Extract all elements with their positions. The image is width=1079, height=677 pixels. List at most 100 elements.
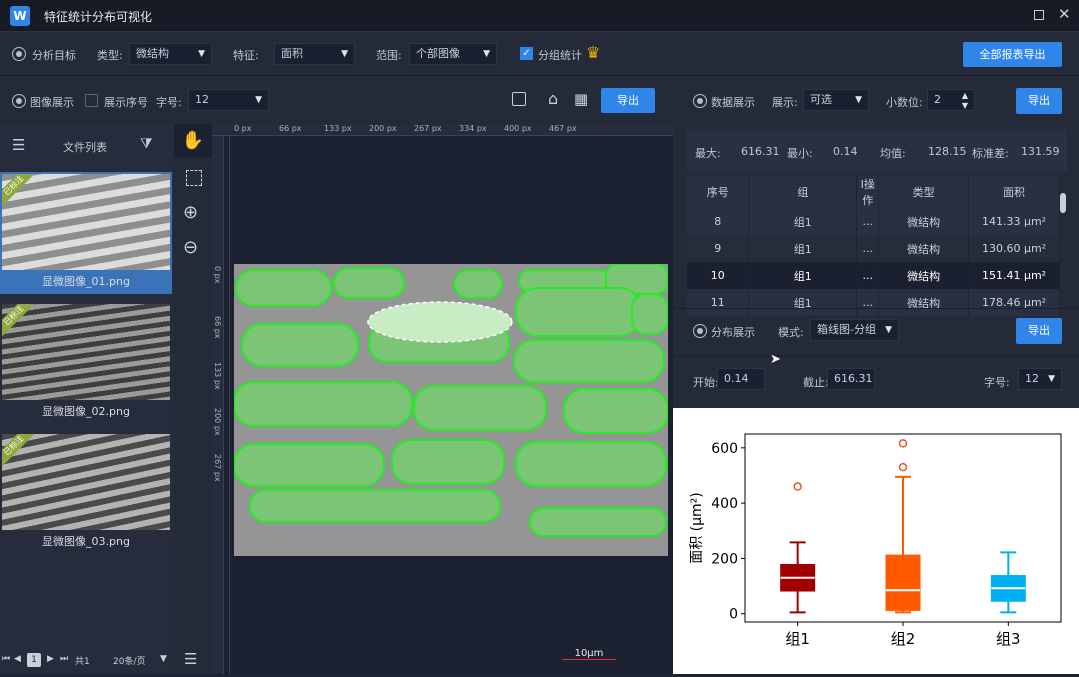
file-item[interactable]: 已标注 显微图像_03.png (0, 432, 172, 554)
show-label: 展示: (772, 96, 798, 109)
range-select[interactable]: 个部图像 ▼ (409, 43, 497, 65)
maximize-icon[interactable] (1034, 10, 1044, 20)
first-page-icon[interactable]: ⏮ (2, 654, 10, 664)
canvas-tools: ✋ ⊕ ⊖ ☰ (174, 124, 212, 674)
row-action-button[interactable]: ... (856, 208, 880, 235)
ruler-tick: 267 px (414, 124, 442, 133)
target-radio[interactable] (12, 47, 26, 61)
table-row[interactable]: 8 组1 ... 微结构 141.33 μm² (687, 208, 1060, 235)
home-icon[interactable]: ⌂ (548, 89, 558, 108)
decimal-stepper[interactable]: 2 ▲ ▼ (927, 89, 975, 111)
last-page-icon[interactable]: ⏭ (60, 654, 68, 664)
file-thumbnail: 已标注 (2, 434, 170, 530)
zoom-in-icon[interactable]: ⊕ (183, 202, 198, 223)
font-size-select[interactable]: 12 ▼ (188, 89, 269, 111)
app-logo: W (10, 6, 30, 26)
filter-icon[interactable]: ⧩ (140, 136, 153, 152)
row-action-button[interactable]: ... (856, 289, 880, 316)
stat-value: 128.15 (928, 145, 967, 158)
mode-label: 模式: (778, 326, 804, 339)
data-display-radio[interactable] (693, 94, 707, 108)
file-item[interactable]: 已标注 显微图像_01.png (0, 172, 172, 294)
stat-label: 标准差: (972, 147, 1009, 160)
image-canvas[interactable]: 0 px 66 px 133 px 200 px 267 px 334 px 4… (212, 124, 673, 674)
dist-font-select[interactable]: 12 ▼ (1018, 368, 1062, 390)
per-page-arrow-icon[interactable]: ▼ (160, 654, 167, 664)
pagination: ⏮ ◀ 1 ▶ ⏭ 共1 20条/页 ▼ (0, 652, 174, 670)
feature-label: 特征: (233, 49, 259, 62)
outlier-point (898, 462, 908, 472)
grain-region (513, 339, 665, 383)
target-label: 分析目标 (32, 49, 76, 62)
ruler-tick: 66 px (279, 124, 302, 133)
row-action-button[interactable]: ... (856, 235, 880, 262)
mouse-cursor-icon: ➤ (770, 352, 781, 367)
image-export-button[interactable]: 导出 (601, 88, 655, 113)
start-input[interactable]: 0.14 (717, 368, 765, 390)
table-row[interactable]: 11 组1 ... 微结构 178.46 μm² (687, 289, 1060, 316)
collapse-icon[interactable]: ☰ (184, 650, 197, 668)
box (885, 554, 921, 611)
row-type: 微结构 (878, 235, 970, 262)
table-row[interactable]: 9 组1 ... 微结构 130.60 μm² (687, 235, 1060, 262)
grain-region (391, 439, 505, 485)
hand-icon[interactable]: ✋ (174, 124, 212, 158)
zoom-out-icon[interactable]: ⊖ (183, 237, 198, 258)
selected-grain[interactable] (367, 301, 513, 343)
select-icon[interactable] (186, 170, 202, 186)
row-group: 组1 (748, 235, 858, 262)
grid-icon[interactable]: ▦ (574, 90, 588, 108)
table-scrollbar[interactable] (1060, 193, 1066, 213)
file-tag: 已标注 (2, 304, 40, 342)
app-title: 特征统计分布可视化 (44, 10, 153, 24)
mode-select[interactable]: 箱线图-分组 ▼ (810, 319, 899, 341)
grain-region (333, 267, 405, 299)
export-all-button[interactable]: 全部报表导出 (963, 42, 1062, 67)
title-bar: W 特征统计分布可视化 ✕ (0, 0, 1079, 32)
grain-region (413, 385, 547, 431)
page-number[interactable]: 1 (27, 653, 41, 667)
main-toolbar: 分析目标 类型: 微结构 ▼ 特征: 面积 ▼ 范围: 个部图像 ▼ ✓ 分组统计 ♛… (0, 32, 1079, 76)
dist-export-button[interactable]: 导出 (1016, 318, 1062, 344)
close-icon[interactable]: ✕ (1058, 5, 1071, 23)
row-index: 10 (687, 262, 750, 289)
table-row[interactable]: 10 组1 ... 微结构 151.41 μm² (687, 262, 1060, 289)
row-action-button[interactable]: ... (856, 262, 880, 289)
col-header: 序号 (687, 176, 750, 208)
image-display-radio[interactable] (12, 94, 26, 108)
group-label: 分组统计 (538, 49, 582, 62)
range-label: 范围: (376, 49, 402, 62)
type-select[interactable]: 微结构 ▼ (129, 43, 212, 65)
image-display-label: 图像展示 (30, 96, 74, 109)
image-tool-icon[interactable] (512, 92, 526, 106)
ruler-tick: 0 px (234, 124, 252, 133)
group-checkbox[interactable]: ✓ (520, 47, 533, 60)
row-index: 9 (687, 235, 750, 262)
feature-select[interactable]: 面积 ▼ (274, 43, 355, 65)
dist-display-radio[interactable] (693, 324, 707, 338)
show-index-checkbox[interactable] (85, 94, 98, 107)
ruler-tick: 467 px (549, 124, 577, 133)
ruler-tick: 133 px (324, 124, 352, 133)
prev-page-icon[interactable]: ◀ (14, 654, 21, 664)
next-page-icon[interactable]: ▶ (47, 654, 54, 664)
list-icon[interactable]: ☰ (12, 136, 25, 154)
end-input[interactable]: 616.31 (827, 368, 875, 390)
row-index: 8 (687, 208, 750, 235)
file-thumbnail: 已标注 (2, 304, 170, 400)
data-export-button[interactable]: 导出 (1016, 88, 1062, 114)
chart-panel: 0 200 400 600 面积 (μm²) 组1 组2 组3 (673, 408, 1079, 674)
row-group: 组1 (748, 208, 858, 235)
show-select[interactable]: 可选 ▼ (803, 89, 869, 111)
col-header: 类型 (878, 176, 970, 208)
section-divider (673, 308, 1079, 309)
row-type: 微结构 (878, 208, 970, 235)
file-item[interactable]: 已标注 显微图像_02.png (0, 302, 172, 424)
ruler-tick: 400 px (504, 124, 532, 133)
file-list-title: 文件列表 (63, 141, 107, 154)
x-tick-label: 组3 (996, 630, 1021, 648)
start-label: 开始: (693, 376, 719, 389)
ruler-tick: 0 px (213, 266, 222, 284)
stat-label: 均值: (880, 147, 906, 160)
per-page-select[interactable]: 20条/页 (113, 654, 146, 667)
